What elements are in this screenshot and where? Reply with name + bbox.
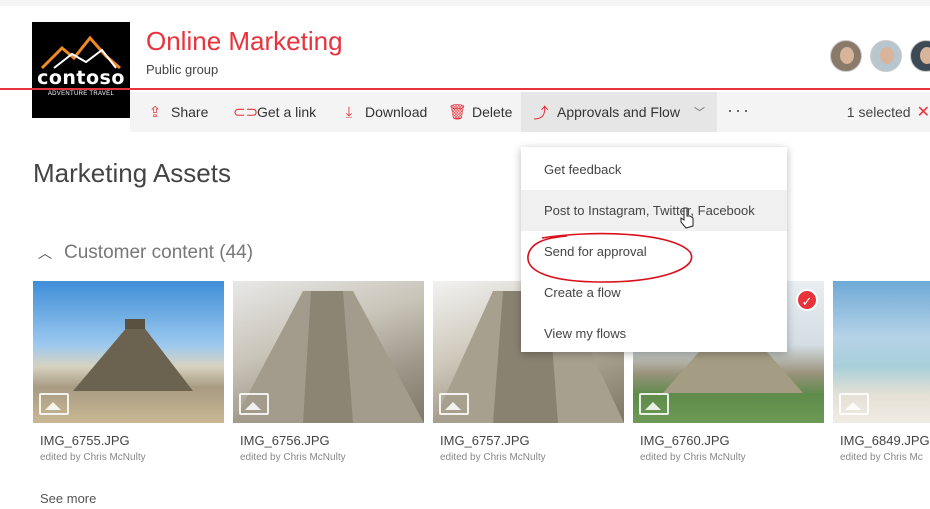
menu-item-post-social[interactable]: Post to Instagram, Twitter, Facebook (521, 190, 787, 231)
file-meta: edited by Chris McNulty (440, 452, 546, 463)
image-type-icon (39, 393, 69, 415)
menu-item-get-feedback[interactable]: Get feedback (521, 149, 787, 190)
approvals-label: Approvals and Flow (557, 104, 680, 120)
selected-count: 1 selected (846, 104, 911, 120)
hand-cursor-icon (680, 207, 694, 229)
member-avatars[interactable] (830, 40, 930, 72)
avatar[interactable] (870, 40, 902, 72)
close-icon[interactable]: ✕ (917, 102, 930, 122)
avatar[interactable] (830, 40, 862, 72)
top-strip (0, 0, 930, 6)
caret-up-icon: ︿ (38, 245, 52, 261)
file-name[interactable]: IMG_6755.JPG (40, 433, 130, 448)
file-meta: edited by Chris McNulty (240, 452, 346, 463)
file-name[interactable]: IMG_6849.JPG (840, 433, 930, 448)
download-icon: ⤓ (345, 103, 353, 121)
file-thumbnail[interactable] (33, 281, 224, 423)
delete-button[interactable]: 🗑 Delete (448, 92, 512, 132)
see-more-link[interactable]: See more (40, 491, 96, 506)
image-type-icon (239, 393, 269, 415)
file-meta: edited by Chris Mc (840, 452, 923, 463)
share-icon: ⇪ (148, 104, 162, 121)
file-thumbnail[interactable] (233, 281, 424, 423)
file-meta: edited by Chris McNulty (640, 452, 746, 463)
annotation-circle (527, 232, 693, 283)
file-name[interactable]: IMG_6760.JPG (640, 433, 730, 448)
file-name[interactable]: IMG_6756.JPG (240, 433, 330, 448)
delete-label: Delete (472, 104, 513, 120)
download-button[interactable]: ⤓ Download (341, 92, 428, 132)
trash-icon: 🗑 (448, 104, 468, 121)
contoso-logo[interactable]: contoso ADVENTURE TRAVEL (32, 22, 130, 118)
command-bar: ⇪ Share ⊂⊃ Get a link ⤓ Download 🗑 Delet… (130, 92, 930, 132)
share-label: Share (171, 104, 209, 120)
section-title: Customer content (44) (64, 242, 254, 263)
header-divider (0, 88, 930, 90)
image-type-icon (439, 393, 469, 415)
site-title[interactable]: Online Marketing (146, 26, 343, 57)
avatar[interactable] (910, 40, 930, 72)
file-meta: edited by Chris McNulty (40, 452, 146, 463)
download-label: Download (365, 104, 428, 120)
file-thumbnail[interactable] (833, 281, 930, 423)
selection-indicator: 1 selected ✕ (847, 92, 930, 132)
approvals-and-flow-button[interactable]: ⤴ Approvals and Flow ﹀ (521, 92, 717, 132)
file-name[interactable]: IMG_6757.JPG (440, 433, 530, 448)
logo-tagline: ADVENTURE TRAVEL (47, 91, 115, 97)
logo-wordmark: contoso (37, 67, 125, 89)
page-title: Marketing Assets (33, 158, 231, 188)
share-button[interactable]: ⇪ Share (147, 92, 209, 132)
flow-icon: ⤴ (533, 104, 549, 122)
get-link-button[interactable]: ⊂⊃ Get a link (233, 92, 316, 132)
link-icon: ⊂⊃ (233, 104, 259, 121)
get-link-label: Get a link (257, 104, 317, 120)
site-subtitle: Public group (146, 62, 219, 77)
section-header[interactable]: ︿ Customer content (44) (38, 242, 253, 264)
image-type-icon (839, 393, 869, 415)
chevron-down-icon: ﹀ (693, 107, 705, 119)
more-options-button[interactable]: ··· (727, 92, 751, 132)
menu-item-view-flows[interactable]: View my flows (521, 313, 787, 354)
checkmark-icon[interactable]: ✓ (796, 289, 818, 311)
image-type-icon (639, 393, 669, 415)
